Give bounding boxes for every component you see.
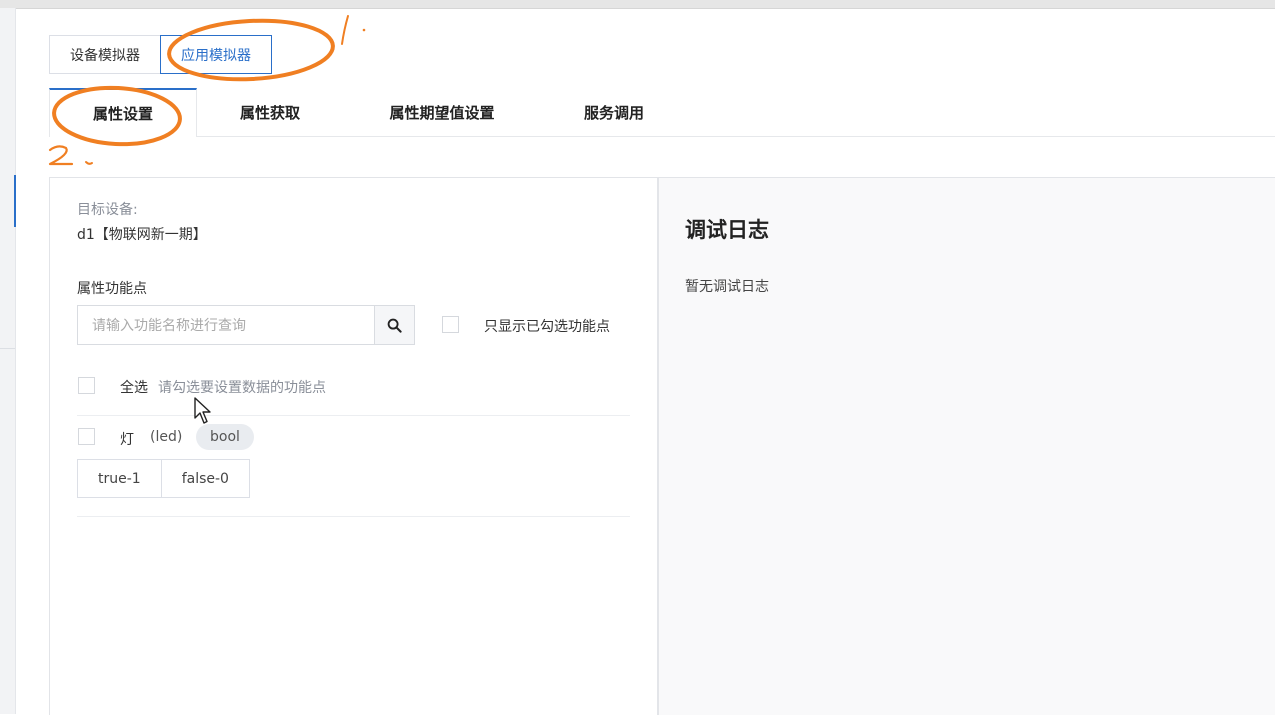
tab-property-set[interactable]: 属性设置 [49, 88, 197, 137]
property-settings-panel: 目标设备: d1【物联网新一期】 属性功能点 请输入功能名称进行查询 只显示已勾… [50, 178, 657, 715]
simulator-tabs: 设备模拟器 应用模拟器 [49, 35, 272, 74]
annotation-stroke-one [341, 15, 366, 45]
left-nav-active-indicator [14, 175, 16, 227]
tab-service-call[interactable]: 服务调用 [563, 88, 665, 136]
debug-log-title: 调试日志 [685, 218, 769, 242]
tab-property-get[interactable]: 属性获取 [219, 88, 321, 136]
feature-points-label: 属性功能点 [77, 281, 147, 297]
browser-top-bar [0, 0, 1275, 9]
debug-log-empty-message: 暂无调试日志 [685, 279, 769, 295]
select-all-label: 全选 [120, 380, 148, 396]
property-identifier: (led) [150, 429, 183, 445]
show-checked-only-label: 只显示已勾选功能点 [484, 319, 610, 335]
property-name: 灯 [120, 432, 134, 448]
value-true-button[interactable]: true-1 [77, 459, 162, 498]
tab-device-simulator[interactable]: 设备模拟器 [49, 35, 161, 74]
property-value-options: true-1 false-0 [77, 459, 250, 498]
divider-line [77, 516, 630, 517]
simulator-content: 目标设备: d1【物联网新一期】 属性功能点 请输入功能名称进行查询 只显示已勾… [49, 177, 1275, 715]
show-checked-only-checkbox[interactable] [442, 316, 459, 333]
tab-property-desired-set[interactable]: 属性期望值设置 [369, 88, 515, 136]
feature-search-input[interactable]: 请输入功能名称进行查询 [77, 305, 375, 345]
value-false-button[interactable]: false-0 [160, 459, 250, 498]
mouse-cursor-icon [194, 397, 211, 424]
select-hint: 请勾选要设置数据的功能点 [158, 380, 326, 396]
search-button[interactable] [374, 305, 415, 345]
property-led-checkbox[interactable] [78, 428, 95, 445]
divider-line [77, 415, 630, 416]
annotation-stroke-two [48, 145, 93, 166]
left-navigation-rail [0, 8, 16, 714]
search-icon [387, 318, 402, 333]
property-tabs: 属性设置 属性获取 属性期望值设置 服务调用 [49, 88, 1275, 137]
left-nav-separator [0, 348, 15, 349]
property-type-badge: bool [196, 424, 254, 450]
target-device-label: 目标设备: [77, 202, 138, 218]
tab-application-simulator[interactable]: 应用模拟器 [160, 35, 272, 74]
target-device-name: d1【物联网新一期】 [77, 227, 207, 243]
select-all-checkbox[interactable] [78, 377, 95, 394]
debug-log-panel: 调试日志 暂无调试日志 [659, 178, 1275, 715]
